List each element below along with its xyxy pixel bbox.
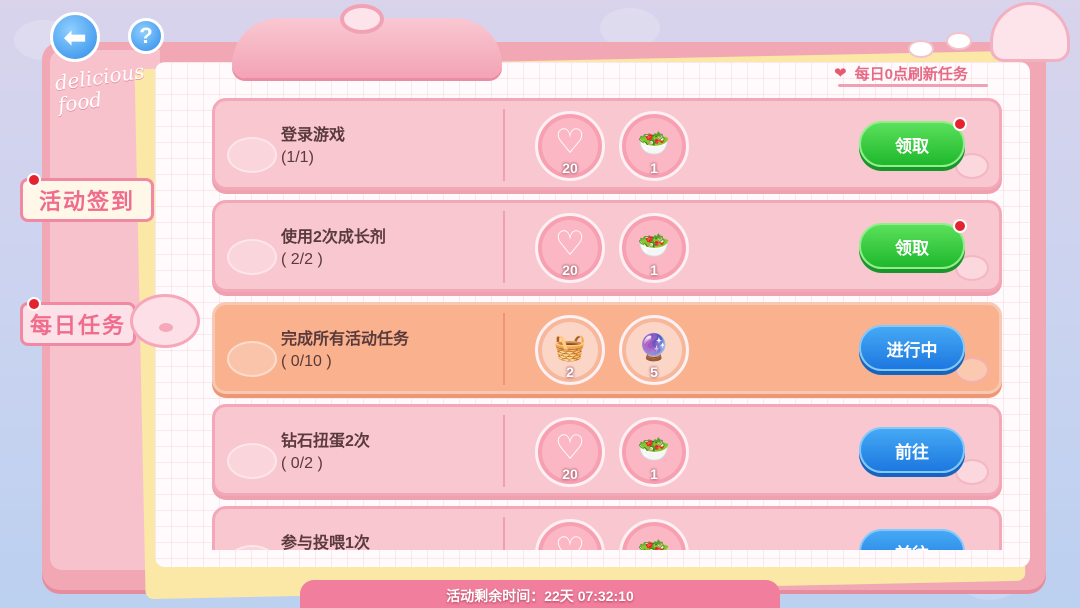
heart-candy-icon: ♡ — [554, 531, 586, 550]
row-divider — [503, 517, 505, 550]
bun-decoration-icon — [227, 443, 277, 479]
task-name: 钻石扭蛋2次 — [281, 433, 370, 450]
heart-candy-icon: ♡ — [554, 429, 586, 467]
task-progress: ( 2/2 ) — [281, 251, 323, 268]
row-divider — [503, 313, 505, 385]
task-name: 使用2次成长剂 — [281, 229, 386, 246]
button-label: 进行中 — [886, 340, 938, 360]
mini-bun-icon — [908, 40, 934, 58]
heart-icon: ❤ — [834, 65, 847, 82]
tab-label: 每日任务 — [29, 313, 126, 338]
reward-slot[interactable]: 🥗 1 — [619, 213, 689, 283]
task-action-button[interactable]: 前往 — [859, 529, 965, 550]
task-name: 完成所有活动任务 — [281, 331, 410, 348]
steamer-bun-mascot-icon — [990, 2, 1070, 62]
question-icon: ? — [139, 23, 153, 48]
task-row: 完成所有活动任务 ( 0/10 ) 🧺 2 🔮 5 进行中 — [212, 302, 1002, 394]
notification-dot — [953, 219, 967, 233]
task-row: 参与投喂1次 ♡ 🥗 前往 — [212, 506, 1002, 550]
bun-decoration-icon — [227, 137, 277, 173]
task-action-button[interactable]: 领取 — [859, 117, 967, 167]
reward-count: 20 — [562, 160, 578, 176]
reward-slot[interactable]: 🥗 — [619, 519, 689, 550]
salad-bowl-icon: 🥗 — [637, 128, 671, 158]
reward-slot[interactable]: 🔮 5 — [619, 315, 689, 385]
heart-candy-icon: ♡ — [554, 123, 586, 161]
notification-dot — [953, 117, 967, 131]
reward-count: 5 — [650, 364, 658, 380]
back-arrow-icon: ⬅ — [63, 21, 87, 53]
clipboard-ring — [340, 4, 384, 34]
reward-count: 1 — [650, 466, 658, 482]
help-button[interactable]: ? — [128, 18, 164, 54]
button-label: 领取 — [895, 238, 929, 258]
reward-count: 2 — [566, 364, 574, 380]
pig-bun-mascot-icon — [130, 294, 200, 348]
notification-dot — [27, 173, 41, 187]
task-action-button[interactable]: 进行中 — [859, 325, 965, 371]
task-action-button[interactable]: 领取 — [859, 219, 967, 269]
salad-bowl-icon: 🥗 — [622, 536, 686, 550]
reward-slot[interactable]: ♡ — [535, 519, 605, 550]
heart-candy-icon: ♡ — [554, 225, 586, 263]
reward-slot[interactable]: ♡ 20 — [535, 213, 605, 283]
row-divider — [503, 211, 505, 283]
refresh-underline — [838, 84, 988, 87]
task-list[interactable]: 登录游戏 (1/1) ♡ 20 🥗 1 领取 使用2次成长剂 ( 2/2 ) ♡ 20… — [212, 94, 1002, 550]
task-name: 登录游戏 — [281, 127, 346, 144]
reward-slot[interactable]: 🧺 2 — [535, 315, 605, 385]
button-label: 前往 — [895, 442, 929, 462]
reward-count: 1 — [650, 160, 658, 176]
reward-slot[interactable]: ♡ 20 — [535, 111, 605, 181]
task-progress: ( 0/2 ) — [281, 455, 323, 472]
reward-slot[interactable]: ♡ 20 — [535, 417, 605, 487]
task-row: 钻石扭蛋2次 ( 0/2 ) ♡ 20 🥗 1 前往 — [212, 404, 1002, 496]
reward-slot[interactable]: 🥗 1 — [619, 417, 689, 487]
task-name: 参与投喂1次 — [281, 535, 370, 550]
bun-decoration-icon — [227, 341, 277, 377]
tab-label: 活动签到 — [38, 189, 135, 214]
task-progress: ( 0/10 ) — [281, 353, 332, 370]
task-row: 登录游戏 (1/1) ♡ 20 🥗 1 领取 — [212, 98, 1002, 190]
food-basket-icon: 🧺 — [553, 332, 587, 362]
refresh-note: ❤ 每日0点刷新任务 — [834, 62, 968, 84]
button-label: 前往 — [895, 540, 929, 551]
mini-bun-icon — [946, 32, 972, 50]
reward-count: 1 — [650, 262, 658, 278]
back-button[interactable]: ⬅ — [50, 12, 100, 62]
row-divider — [503, 415, 505, 487]
salad-bowl-icon: 🥗 — [637, 434, 671, 464]
task-action-button[interactable]: 前往 — [859, 427, 965, 473]
task-progress: (1/1) — [281, 149, 314, 166]
reward-count: 20 — [562, 466, 578, 482]
button-label: 领取 — [895, 136, 929, 156]
row-divider — [503, 109, 505, 181]
snow-globe-icon: 🔮 — [637, 332, 671, 362]
notification-dot — [27, 297, 41, 311]
refresh-note-text: 每日0点刷新任务 — [854, 65, 968, 83]
reward-count: 20 — [562, 262, 578, 278]
tab-activity-checkin[interactable]: 活动签到 — [20, 173, 154, 222]
event-timer: 活动剩余时间：22天 07:32:10 — [446, 588, 634, 604]
reward-slot[interactable]: 🥗 1 — [619, 111, 689, 181]
salad-bowl-icon: 🥗 — [637, 230, 671, 260]
task-row: 使用2次成长剂 ( 2/2 ) ♡ 20 🥗 1 领取 — [212, 200, 1002, 292]
tab-daily-tasks[interactable]: 每日任务 — [20, 297, 136, 346]
bun-decoration-icon — [227, 239, 277, 275]
bun-decoration-icon — [227, 545, 277, 550]
